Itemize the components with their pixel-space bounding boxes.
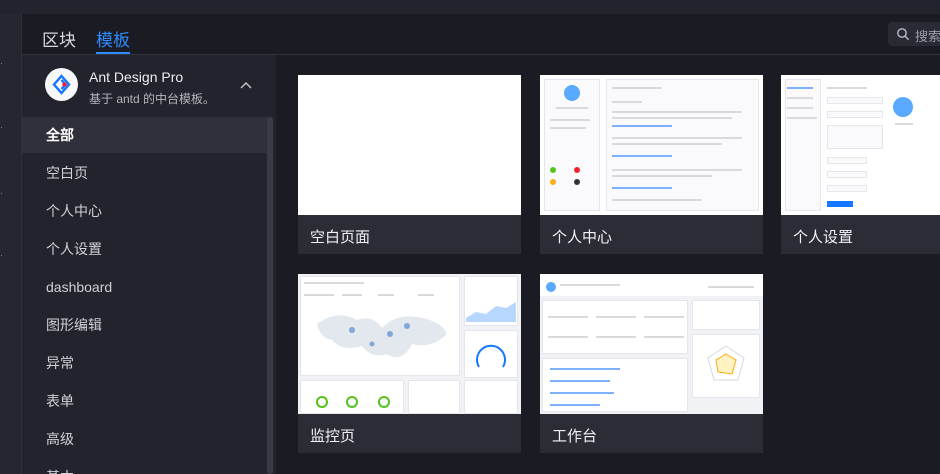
active-tab-indicator	[96, 52, 130, 54]
sidebar-item-blank[interactable]: 空白页	[22, 155, 267, 191]
sidebar-item-dashboard[interactable]: dashboard	[22, 269, 267, 305]
rail-marker: ·	[0, 58, 3, 68]
template-grid: 空白页面 个人中心 个人设置 监控页 工作台	[276, 55, 940, 474]
template-card-monitor[interactable]: 监控页	[298, 274, 521, 453]
template-group-title: Ant Design Pro	[89, 69, 184, 85]
template-card-blank[interactable]: 空白页面	[298, 75, 521, 254]
template-group-subtitle: 基于 antd 的中台模板。	[89, 92, 216, 106]
template-card-label: 空白页面	[310, 229, 371, 246]
sidebar: Ant Design Pro 基于 antd 的中台模板。 全部 空白页 个人中…	[22, 55, 276, 474]
sidebar-item-advanced[interactable]: 高级	[22, 421, 267, 457]
sidebar-item-exception[interactable]: 异常	[22, 345, 267, 381]
scrollbar-thumb[interactable]	[267, 117, 273, 474]
sidebar-item-profile[interactable]: 个人中心	[22, 193, 267, 229]
sidebar-scrollbar[interactable]	[267, 117, 273, 474]
template-preview-settings	[781, 75, 940, 215]
template-card-profile[interactable]: 个人中心	[540, 75, 763, 254]
tab-templates[interactable]: 模板	[96, 26, 130, 51]
rail-marker: ·	[0, 250, 3, 260]
ant-design-logo	[45, 68, 78, 101]
sidebar-item-graph-editor[interactable]: 图形编辑	[22, 307, 267, 343]
search-icon	[897, 28, 910, 41]
template-card-label: 个人中心	[552, 229, 613, 246]
template-browser: · · · · 区块 模板 搜索 Ant Design Pro 基于 antd …	[0, 0, 940, 474]
chevron-up-icon[interactable]	[239, 80, 253, 90]
tab-blocks[interactable]: 区块	[42, 26, 76, 51]
sidebar-item-all[interactable]: 全部	[22, 117, 267, 153]
sidebar-item-settings[interactable]: 个人设置	[22, 231, 267, 267]
template-preview-monitor	[298, 274, 521, 414]
sidebar-item-basic[interactable]: 基本	[22, 459, 267, 474]
top-bar	[0, 0, 940, 14]
template-card-workplace[interactable]: 工作台	[540, 274, 763, 453]
template-card-label: 工作台	[552, 428, 598, 445]
search-box[interactable]: 搜索	[888, 22, 940, 46]
template-card-settings[interactable]: 个人设置	[781, 75, 940, 254]
template-card-label: 个人设置	[793, 229, 854, 246]
template-group-header[interactable]: Ant Design Pro 基于 antd 的中台模板。	[22, 55, 276, 117]
tab-bar: 区块 模板 搜索	[22, 14, 940, 55]
left-rail: · · · ·	[0, 14, 22, 474]
template-card-label: 监控页	[310, 428, 356, 445]
sidebar-item-form[interactable]: 表单	[22, 383, 267, 419]
rail-marker: ·	[0, 188, 3, 198]
rail-marker: ·	[0, 122, 3, 132]
search-label: 搜索	[915, 29, 940, 44]
template-preview-workplace	[540, 274, 763, 414]
template-preview-blank	[298, 75, 521, 215]
template-preview-profile	[540, 75, 763, 215]
